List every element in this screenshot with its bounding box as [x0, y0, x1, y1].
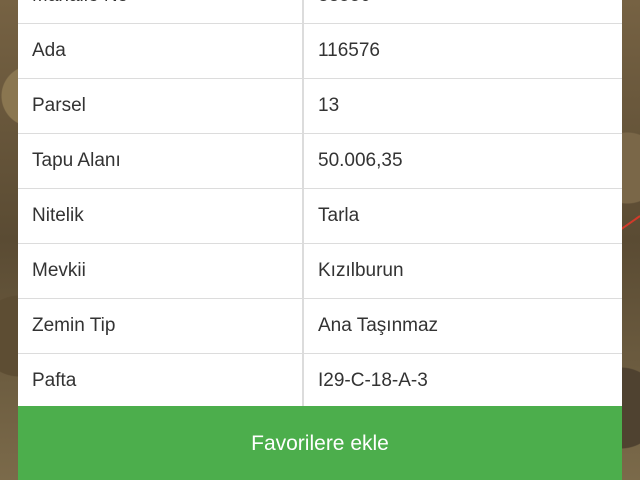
table-row: Nitelik Tarla — [18, 188, 622, 244]
row-value: Kızılburun — [303, 243, 622, 299]
row-label: Mahalle No — [18, 0, 304, 24]
row-label: Mevkii — [18, 243, 304, 299]
screen: Mahalle No 33550 Ada 116576 Parsel 13 Ta… — [0, 0, 640, 480]
table-row: Zemin Tip Ana Taşınmaz — [18, 298, 622, 354]
row-value: 13 — [303, 78, 622, 134]
table-row: Ada 116576 — [18, 23, 622, 79]
parcel-info-panel: Mahalle No 33550 Ada 116576 Parsel 13 Ta… — [18, 0, 622, 409]
row-value: 50.006,35 — [303, 133, 622, 189]
add-to-favorites-button[interactable]: Favorilere ekle — [18, 406, 622, 480]
row-label: Zemin Tip — [18, 298, 304, 354]
row-label: Nitelik — [18, 188, 304, 244]
row-value: Ana Taşınmaz — [303, 298, 622, 354]
table-row: Tapu Alanı 50.006,35 — [18, 133, 622, 189]
parcel-info-table: Mahalle No 33550 Ada 116576 Parsel 13 Ta… — [18, 0, 622, 409]
table-row: Mahalle No 33550 — [18, 0, 622, 24]
row-value: 116576 — [303, 23, 622, 79]
table-row: Pafta I29-C-18-A-3 — [18, 353, 622, 409]
table-row: Mevkii Kızılburun — [18, 243, 622, 299]
row-value: Tarla — [303, 188, 622, 244]
row-value: 33550 — [303, 0, 622, 24]
table-row: Parsel 13 — [18, 78, 622, 134]
row-label: Ada — [18, 23, 304, 79]
row-label: Tapu Alanı — [18, 133, 304, 189]
row-label: Pafta — [18, 353, 304, 409]
row-value: I29-C-18-A-3 — [303, 353, 622, 409]
row-label: Parsel — [18, 78, 304, 134]
